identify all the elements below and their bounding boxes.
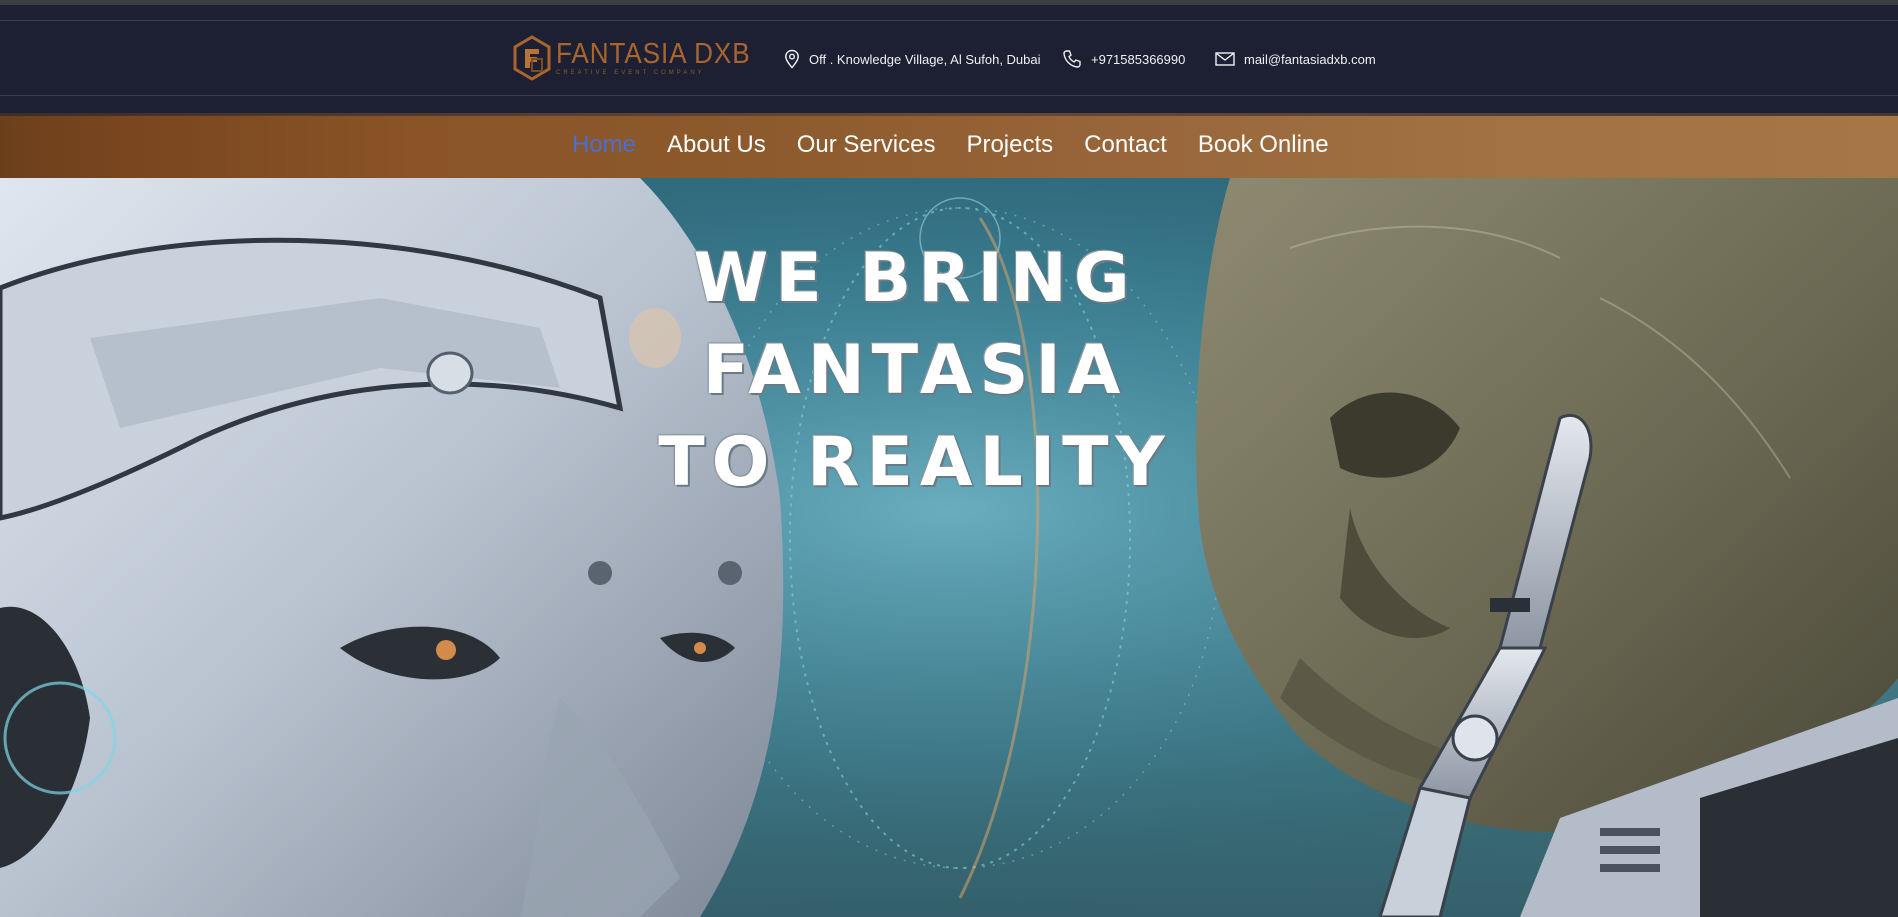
brand-name: FANTASIA DXB <box>556 38 751 70</box>
divider <box>0 95 1898 96</box>
email-text[interactable]: mail@fantasiadxb.com <box>1244 52 1376 67</box>
logo-text: FANTASIA DXB CREATIVE EVENT COMPANY <box>556 39 772 77</box>
logo-mark-icon <box>513 35 551 81</box>
nav-menu: Home About Us Our Services Projects Cont… <box>572 130 1329 160</box>
headline-line-3: TO REALITY <box>658 423 1172 502</box>
headline-line-2: FANTASIA <box>702 331 1128 410</box>
mail-icon <box>1215 52 1235 66</box>
brand-logo[interactable]: FANTASIA DXB CREATIVE EVENT COMPANY <box>512 35 772 81</box>
map-pin-icon <box>785 49 799 69</box>
hero-banner: WE BRING FANTASIA TO REALITY <box>0 178 1898 917</box>
nav-item-contact[interactable]: Contact <box>1084 130 1167 160</box>
contact-email[interactable]: mail@fantasiadxb.com <box>1215 48 1376 70</box>
phone-text[interactable]: +971585366990 <box>1091 52 1185 67</box>
nav-item-home[interactable]: Home <box>572 130 636 160</box>
brand-tagline: CREATIVE EVENT COMPANY <box>556 70 705 76</box>
nav-item-projects[interactable]: Projects <box>966 130 1053 160</box>
headline-line-1: WE BRING <box>693 239 1137 318</box>
contact-phone[interactable]: +971585366990 <box>1062 48 1185 70</box>
address-text: Off . Knowledge Village, Al Sufoh, Dubai <box>809 51 1041 67</box>
contact-address: Off . Knowledge Village, Al Sufoh, Dubai <box>784 48 1041 70</box>
main-navigation: Home About Us Our Services Projects Cont… <box>0 113 1898 178</box>
divider <box>0 20 1898 21</box>
top-info-bar: FANTASIA DXB CREATIVE EVENT COMPANY Off … <box>0 5 1898 113</box>
page: FANTASIA DXB CREATIVE EVENT COMPANY Off … <box>0 0 1898 917</box>
phone-icon <box>1063 50 1081 68</box>
hero-headline: WE BRING FANTASIA TO REALITY <box>0 233 1830 509</box>
nav-item-our-services[interactable]: Our Services <box>797 130 936 160</box>
nav-item-about-us[interactable]: About Us <box>667 130 766 160</box>
nav-item-book-online[interactable]: Book Online <box>1198 130 1329 160</box>
nav-top-edge <box>0 113 1898 116</box>
